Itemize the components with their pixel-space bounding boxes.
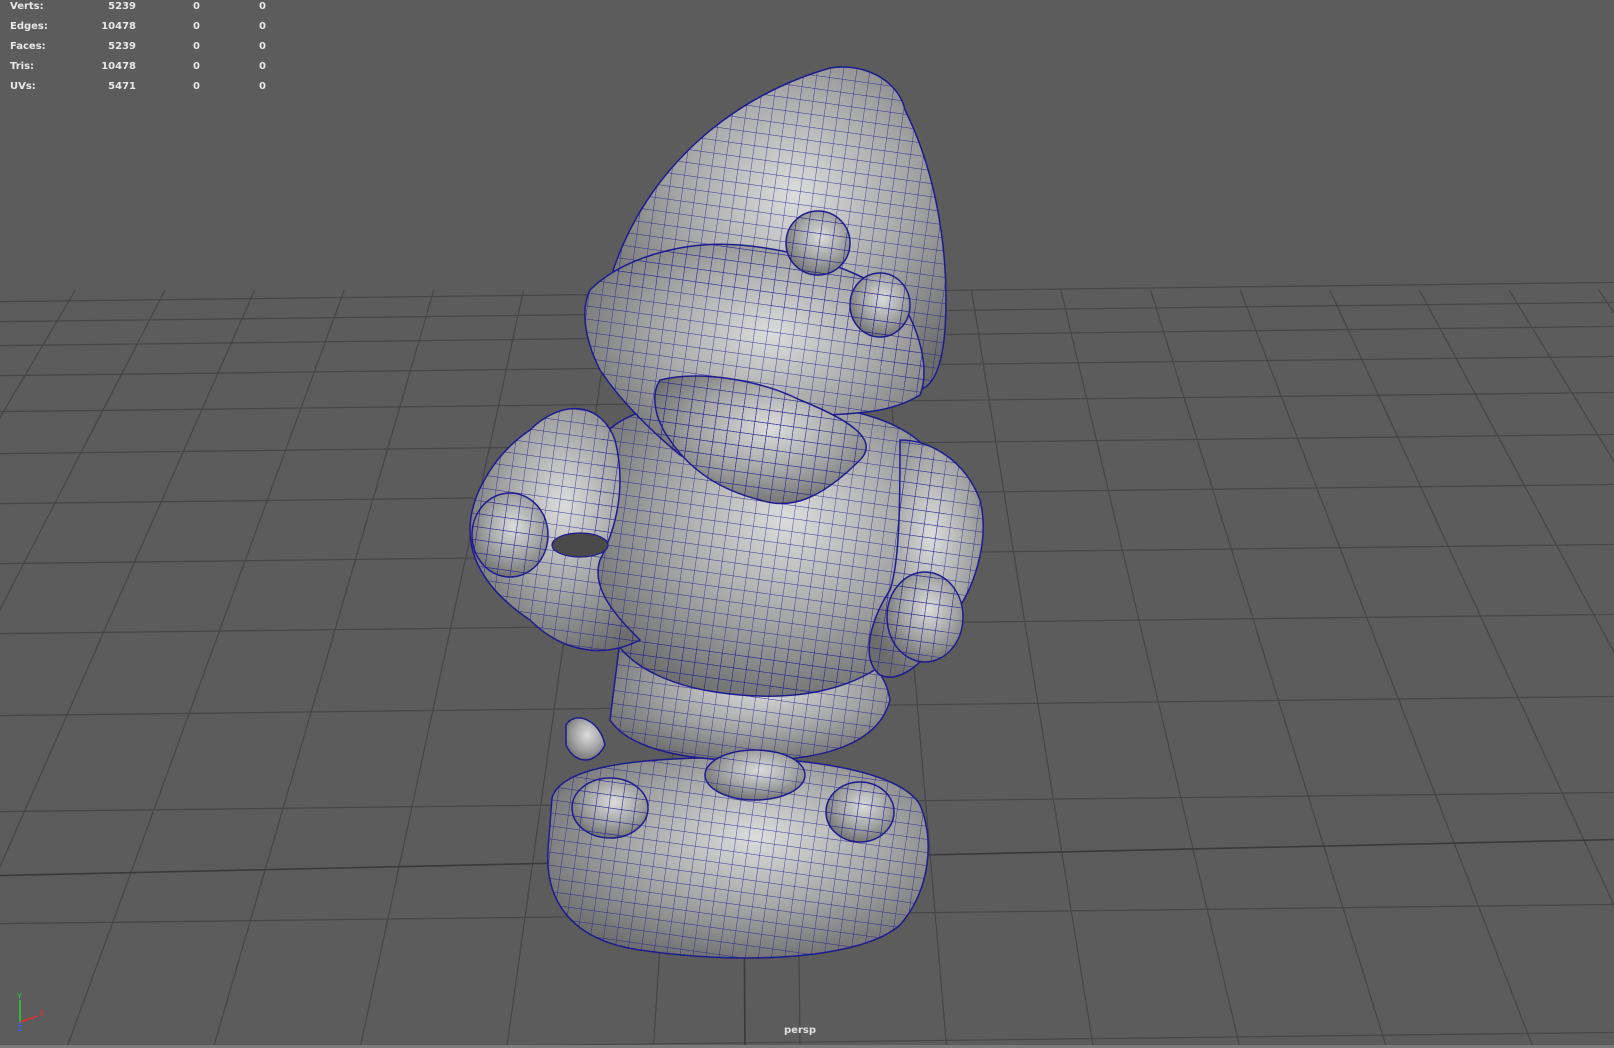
axis-gizmo: Y X Z — [16, 992, 45, 1032]
gnome-mesh[interactable] — [469, 66, 984, 959]
poly-count-hud: Verts: 5239 0 0 Edges: 10478 0 0 Faces: … — [10, 0, 270, 100]
grid-line — [66, 289, 345, 1048]
grid-line — [0, 289, 166, 611]
hud-value: 0 — [259, 61, 266, 72]
camera-name-label: persp — [784, 1025, 816, 1036]
hud-label: Verts: — [10, 1, 44, 12]
hud-value: 5239 — [108, 41, 136, 52]
perspective-viewport[interactable]: Verts: 5239 0 0 Edges: 10478 0 0 Faces: … — [0, 0, 1614, 1048]
hud-value: 0 — [193, 1, 200, 12]
hud-row-tris: Tris: 10478 0 0 — [10, 60, 270, 80]
hud-row-verts: Verts: 5239 0 0 — [10, 0, 270, 20]
hud-label: Edges: — [10, 21, 48, 32]
x-axis-line — [19, 1015, 39, 1023]
viewport-scene[interactable] — [0, 0, 1614, 1048]
grid-line — [970, 289, 1094, 1048]
hud-value: 0 — [193, 61, 200, 72]
hud-label: Tris: — [10, 61, 35, 72]
grid-line — [1329, 289, 1614, 907]
grid-line — [0, 289, 256, 869]
hud-row-uvs: UVs: 5471 0 0 — [10, 80, 270, 100]
hud-label: UVs: — [10, 81, 36, 92]
hud-row-faces: Faces: 5239 0 0 — [10, 40, 270, 60]
hud-value: 5239 — [108, 1, 136, 12]
grid-line — [1150, 289, 1388, 1048]
grid-line — [359, 289, 525, 1048]
grid-line — [1239, 289, 1534, 1048]
hud-value: 0 — [259, 1, 266, 12]
grid-line — [1418, 289, 1614, 654]
hud-label: Faces: — [10, 41, 46, 52]
hud-value: 10478 — [101, 21, 136, 32]
grid-line — [212, 289, 435, 1048]
z-axis-label: Z — [17, 1024, 23, 1032]
hud-value: 0 — [193, 21, 200, 32]
x-axis-label: X — [39, 1009, 45, 1018]
grid-line — [1508, 289, 1614, 463]
hud-row-edges: Edges: 10478 0 0 — [10, 20, 270, 40]
hud-value: 0 — [193, 41, 200, 52]
hud-value: 0 — [259, 81, 266, 92]
hud-value: 0 — [193, 81, 200, 92]
hud-value: 0 — [259, 41, 266, 52]
hud-value: 10478 — [101, 61, 136, 72]
y-axis-label: Y — [16, 992, 22, 1001]
grid-line — [0, 289, 76, 419]
grid-line — [1060, 289, 1241, 1048]
hud-value: 0 — [259, 21, 266, 32]
hud-value: 5471 — [108, 81, 136, 92]
grid-line — [1598, 289, 1614, 314]
